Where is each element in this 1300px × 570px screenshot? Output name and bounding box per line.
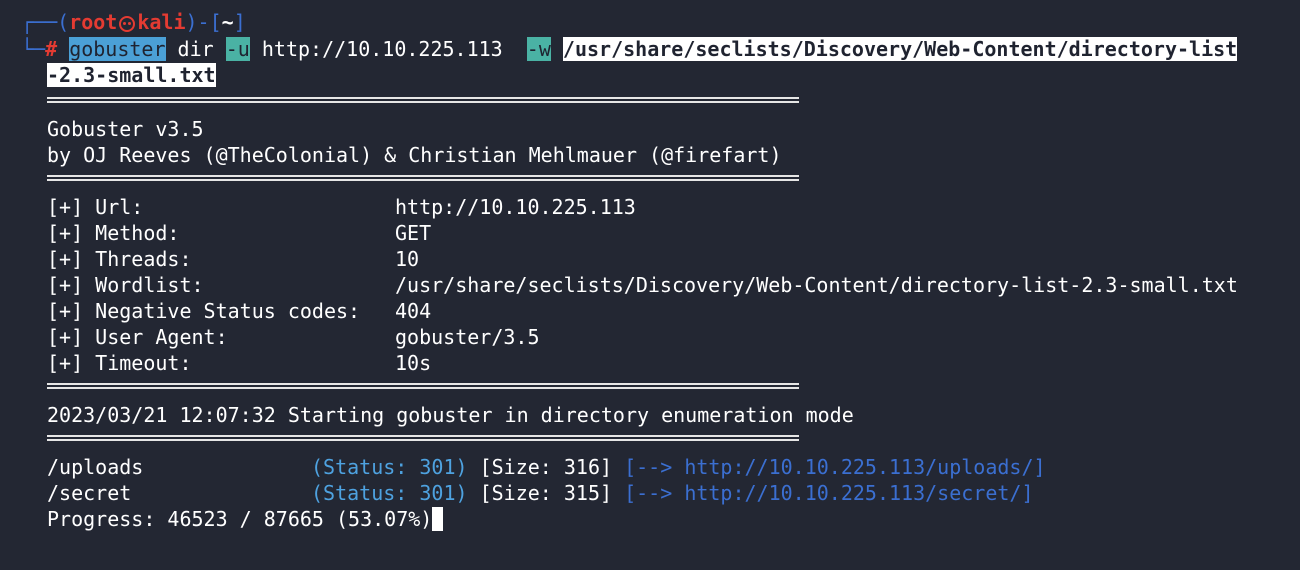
config-prefix: [+] xyxy=(47,247,84,271)
banner-authors: by OJ Reeves (@TheColonial) & Christian … xyxy=(47,143,782,167)
separator xyxy=(47,97,799,103)
separator xyxy=(47,383,799,389)
result-path: /secret xyxy=(47,481,132,505)
command-line-wrap: -2.3-small.txt xyxy=(47,62,216,88)
banner-title: Gobuster v3.5 xyxy=(47,117,204,141)
config-row-user-agent: [+] User Agent: xyxy=(47,324,228,350)
config-key: Url: xyxy=(95,195,144,219)
config-prefix: [+] xyxy=(47,299,84,323)
config-row-threads: [+] Threads: xyxy=(47,246,192,272)
prompt-user: root xyxy=(69,10,118,34)
result-status: (Status: 301) xyxy=(311,455,468,479)
command-wordlist-part2: -2.3-small.txt xyxy=(47,63,216,87)
command-binary: gobuster xyxy=(69,37,166,61)
config-key: Method: xyxy=(95,221,180,245)
config-row-method: [+] Method: xyxy=(47,220,179,246)
terminal-window[interactable]: ┌──(root kali)-[~] └─# gobuster dir -u ht… xyxy=(0,0,1300,570)
command-arg-dir: dir xyxy=(165,37,226,61)
prompt-dir-close: ] xyxy=(233,10,246,34)
redirect-url-link[interactable]: http://10.10.225.113/uploads/ xyxy=(684,455,1033,479)
command-space xyxy=(551,37,563,61)
result-row: (Status: 301) [Size: 316] [--> http://10… xyxy=(311,454,1046,480)
prompt-dir-open: )-[ xyxy=(185,10,222,34)
result-path: /uploads xyxy=(47,455,144,479)
result-size: [Size: 315] xyxy=(479,481,613,505)
prompt-bottom-left: └─ xyxy=(21,37,46,61)
redirect-open: [ xyxy=(624,481,637,505)
prompt-line: ┌──(root kali)-[~] xyxy=(21,9,246,35)
config-value-method: GET xyxy=(395,221,432,245)
redirect-open: [ xyxy=(624,455,637,479)
terminal-cursor[interactable] xyxy=(432,507,444,531)
progress-text: Progress: 46523 / 87665 (53.07%) xyxy=(47,507,433,531)
prompt-top-left: ┌──( xyxy=(21,10,70,34)
command-flag-u: -u xyxy=(225,37,250,61)
config-row-url: [+] Url: xyxy=(47,194,143,220)
config-prefix: [+] xyxy=(47,325,84,349)
config-value-negative-status: 404 xyxy=(395,299,432,323)
command-url: http://10.10.225.113 xyxy=(249,37,527,61)
kali-skull-icon xyxy=(119,15,136,32)
redirect-arrow-icon: --> xyxy=(636,481,673,505)
config-key: Threads: xyxy=(95,247,192,271)
command-flag-w: -w xyxy=(526,37,551,61)
result-row: (Status: 301) [Size: 315] [--> http://10… xyxy=(311,480,1034,506)
prompt-dir: ~ xyxy=(221,10,234,34)
separator xyxy=(47,175,799,181)
config-value-threads: 10 xyxy=(395,247,420,271)
config-key: Negative Status codes: xyxy=(95,299,361,323)
config-key: Wordlist: xyxy=(95,273,204,297)
config-prefix: [+] xyxy=(47,221,84,245)
separator xyxy=(47,435,799,441)
config-value-timeout: 10s xyxy=(395,351,432,375)
config-value-url: http://10.10.225.113 xyxy=(395,195,636,219)
config-prefix: [+] xyxy=(47,351,84,375)
command-line[interactable]: └─# gobuster dir -u http://10.10.225.113… xyxy=(21,36,1238,62)
prompt-host: kali xyxy=(137,10,186,34)
redirect-close: ] xyxy=(1021,481,1034,505)
redirect-arrow-icon: --> xyxy=(636,455,673,479)
config-row-timeout: [+] Timeout: xyxy=(47,350,192,376)
config-prefix: [+] xyxy=(47,273,84,297)
prompt-hash: # xyxy=(45,37,58,61)
config-value-user-agent: gobuster/3.5 xyxy=(395,325,540,349)
redirect-url-link[interactable]: http://10.10.225.113/secret/ xyxy=(684,481,1021,505)
config-row-wordlist: [+] Wordlist: xyxy=(47,272,204,298)
redirect-close: ] xyxy=(1033,455,1046,479)
result-status: (Status: 301) xyxy=(311,481,468,505)
config-key: Timeout: xyxy=(95,351,192,375)
config-key: User Agent: xyxy=(95,325,228,349)
config-row-negative-status: [+] Negative Status codes: xyxy=(47,298,360,324)
command-wordlist-part1: /usr/share/seclists/Discovery/Web-Conten… xyxy=(562,37,1238,61)
config-prefix: [+] xyxy=(47,195,84,219)
progress-line: Progress: 46523 / 87665 (53.07%) xyxy=(47,506,444,532)
result-size: [Size: 316] xyxy=(479,455,613,479)
start-message: 2023/03/21 12:07:32 Starting gobuster in… xyxy=(47,403,854,427)
config-value-wordlist: /usr/share/seclists/Discovery/Web-Conten… xyxy=(395,273,1238,297)
